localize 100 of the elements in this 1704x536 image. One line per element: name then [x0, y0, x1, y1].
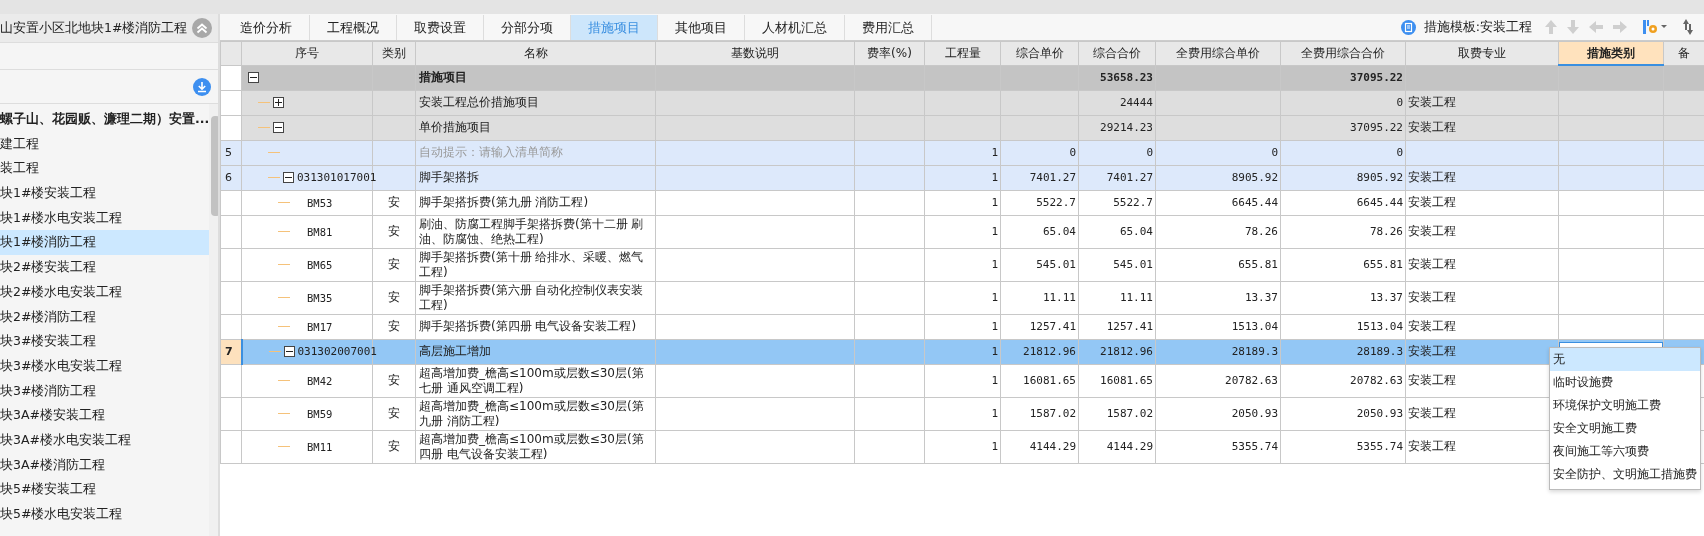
column-header[interactable]: 措施类别 — [1558, 41, 1664, 65]
row-number[interactable] — [220, 115, 242, 140]
tree-item[interactable]: 块3A#楼安装工程 — [0, 403, 210, 428]
row-number[interactable] — [220, 314, 242, 339]
tree-item[interactable]: 块3A#楼消防工程 — [0, 452, 210, 478]
table-cell: 1 — [924, 364, 1001, 397]
column-header[interactable]: 工程量 — [924, 41, 1001, 65]
tree-line — [278, 202, 290, 203]
row-number[interactable] — [220, 190, 242, 215]
collapse-toggle[interactable] — [283, 346, 295, 357]
column-header[interactable]: 备 — [1663, 41, 1704, 65]
tree-item[interactable]: 块1#楼安装工程 — [0, 181, 210, 206]
table-cell: 20782.63 — [1280, 364, 1406, 397]
collapse-toggle[interactable] — [248, 72, 259, 83]
row-number[interactable] — [220, 90, 242, 115]
settings-icon[interactable] — [1642, 19, 1668, 35]
table-cell: 安装工程 — [1405, 190, 1559, 215]
table-cell: 13.37 — [1280, 281, 1406, 314]
table-cell: 安装工程总价措施项目 — [415, 90, 656, 115]
table-cell: 4144.29 — [1078, 430, 1156, 463]
table-cell: 高层施工增加 — [415, 339, 656, 364]
tree-item[interactable]: 螺子山、花园贩、濂理二期）安置... — [0, 107, 210, 132]
row-number[interactable] — [220, 430, 242, 463]
table-cell: 超高增加费_檐高≤100m或层数≤30层(第七册 通风空调工程) — [415, 364, 656, 397]
table-cell: 6645.44 — [1280, 190, 1406, 215]
table-cell: 65.04 — [1078, 215, 1156, 248]
row-number[interactable]: 7 — [220, 339, 242, 364]
table-cell: 1513.04 — [1155, 314, 1281, 339]
column-header[interactable]: 序号 — [241, 41, 373, 65]
table-cell: 78.26 — [1155, 215, 1281, 248]
tree-item[interactable]: 块3#楼水电安装工程 — [0, 353, 210, 379]
table-cell: 1257.41 — [1000, 314, 1079, 339]
column-header[interactable]: 综合单价 — [1000, 41, 1079, 65]
table-cell: 1587.02 — [1000, 397, 1079, 430]
table-cell — [854, 248, 925, 281]
table-cell: 安装工程 — [1405, 115, 1559, 140]
collapse-toggle[interactable] — [283, 172, 294, 183]
table-cell: 自动提示：请输入清单简称 — [415, 140, 656, 165]
table-cell: 脚手架搭拆 — [415, 165, 656, 190]
tree-item[interactable]: 块1#楼消防工程 — [0, 230, 210, 256]
table-cell: 安装工程 — [1405, 281, 1559, 314]
collapse-toggle[interactable] — [273, 122, 284, 133]
table-cell — [854, 397, 925, 430]
row-number[interactable] — [220, 248, 242, 281]
tree-item[interactable]: 块2#楼安装工程 — [0, 255, 210, 280]
table-cell: 28189.3 — [1155, 339, 1281, 364]
column-header[interactable]: 费率(%) — [854, 41, 925, 65]
tree-line — [278, 413, 290, 414]
download-icon[interactable] — [193, 77, 211, 96]
tree-line — [278, 297, 290, 298]
list-icon[interactable] — [1400, 19, 1416, 35]
dropdown-option[interactable]: 安全防护、文明施工措施费 — [1550, 463, 1700, 486]
table-cell: 8905.92 — [1280, 165, 1406, 190]
tree-line — [258, 102, 270, 103]
column-header[interactable]: 类别 — [372, 41, 416, 65]
table-cell: 安装工程 — [1405, 248, 1559, 281]
sort-icon[interactable] — [1682, 18, 1694, 36]
row-number[interactable]: 6 — [220, 165, 242, 190]
row-number[interactable] — [220, 215, 242, 248]
column-header[interactable]: 全费用综合合价 — [1280, 41, 1406, 65]
table-cell: 1 — [924, 248, 1001, 281]
table-cell: 16081.65 — [1078, 364, 1156, 397]
tree-item[interactable]: 块5#楼水电安装工程 — [0, 502, 210, 527]
column-header[interactable]: 取费专业 — [1405, 41, 1559, 65]
tree-item[interactable]: 块5#楼安装工程 — [0, 477, 210, 502]
tree-item[interactable]: 块2#楼水电安装工程 — [0, 279, 210, 305]
template-label[interactable]: 措施模板:安装工程 — [1423, 18, 1532, 36]
dropdown-option[interactable]: 夜间施工等六项费 — [1550, 440, 1700, 463]
expand-toggle[interactable] — [273, 97, 284, 108]
tree-item[interactable]: 建工程 — [0, 131, 210, 157]
column-header[interactable]: 名称 — [415, 41, 656, 65]
tree-item[interactable]: 块3#楼消防工程 — [0, 378, 210, 404]
item-code: BM59 — [307, 407, 333, 420]
row-number[interactable]: 5 — [220, 140, 242, 165]
column-header[interactable]: 基数说明 — [655, 41, 855, 65]
table-cell: 545.01 — [1000, 248, 1079, 281]
table-cell: 28189.3 — [1280, 339, 1406, 364]
row-number[interactable] — [220, 281, 242, 314]
table-cell: 脚手架搭拆费(第十册 给排水、采暖、燃气工程) — [415, 248, 656, 281]
column-header[interactable]: 综合合价 — [1078, 41, 1156, 65]
collapse-icon[interactable] — [192, 18, 212, 38]
row-number[interactable] — [220, 364, 242, 397]
row-number[interactable] — [220, 397, 242, 430]
table-cell: 16081.65 — [1000, 364, 1079, 397]
row-number[interactable] — [220, 65, 242, 90]
table-cell: 11.11 — [1000, 281, 1079, 314]
table-cell: 脚手架搭拆费(第四册 电气设备安装工程) — [415, 314, 656, 339]
tree-item[interactable]: 块3A#楼水电安装工程 — [0, 427, 210, 453]
item-code: BM53 — [307, 196, 333, 209]
tree-line — [278, 264, 290, 265]
tree-item[interactable]: 块1#楼水电安装工程 — [0, 205, 210, 231]
column-header[interactable]: 全费用综合单价 — [1155, 41, 1281, 65]
tree-item[interactable]: 块2#楼消防工程 — [0, 304, 210, 330]
tree-item[interactable]: 装工程 — [0, 156, 210, 182]
table-cell: 1 — [924, 215, 1001, 248]
tree-item[interactable]: 块3#楼安装工程 — [0, 329, 210, 354]
column-header[interactable] — [220, 41, 242, 65]
table-cell — [854, 430, 925, 463]
table-cell: 37095.22 — [1280, 65, 1406, 90]
table-cell: 0 — [1280, 90, 1406, 115]
